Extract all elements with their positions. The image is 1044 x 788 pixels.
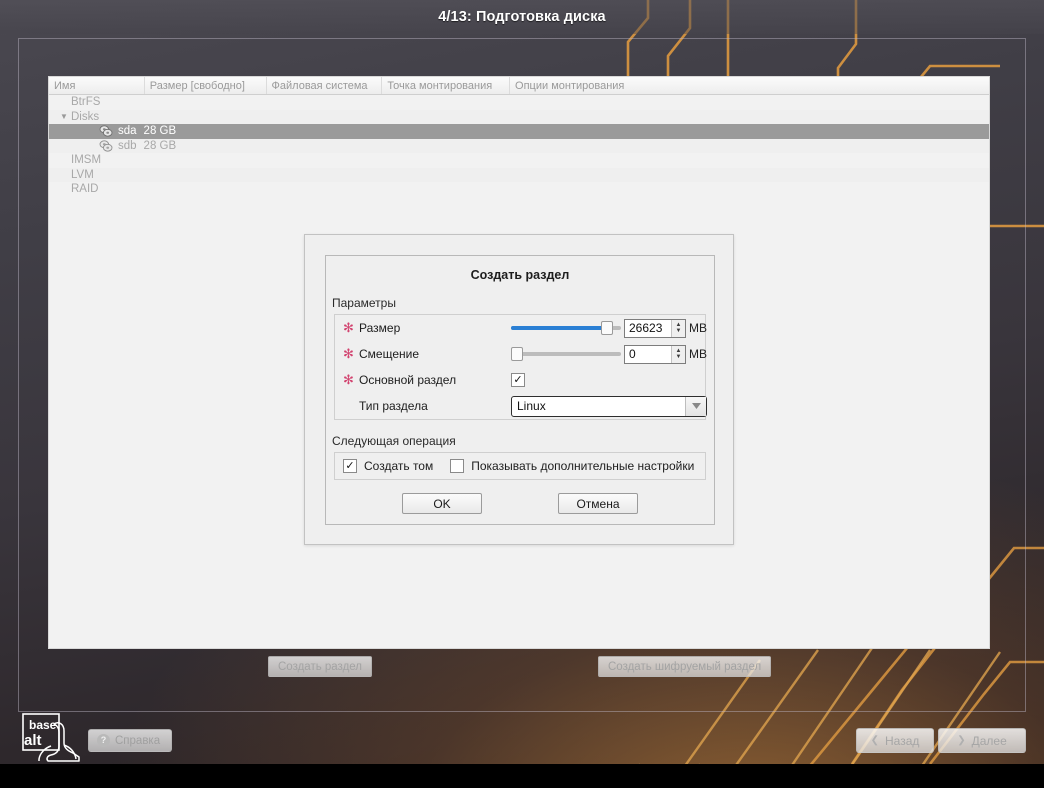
question-mark-icon: ? [97,734,110,747]
checkbox-label: Создать том [364,459,433,473]
value-slider[interactable] [511,346,621,362]
tree-row-label: BtrFS [71,96,100,108]
spinbox-steppers[interactable]: ▲▼ [671,320,685,337]
show-advanced-settings-checkbox[interactable] [450,459,464,473]
dialog-button-bar: OK Отмена [326,493,714,514]
tree-column-header[interactable]: Размер [свободно] [145,77,267,94]
installer-screen: 4/13: Подготовка диска ИмяРазмер [свобод… [0,0,1044,788]
unit-label: MB [689,347,707,361]
chevron-right-icon: ❯ [957,735,965,746]
parameter-row: ✻Размер26623▲▼MB [335,315,705,341]
tree-row-label: LVM [71,169,94,181]
chevron-down-icon[interactable] [685,397,706,416]
tree-row-size: 28 GB [144,125,177,137]
back-button[interactable]: ❮ Назад [856,728,934,753]
tree-column-headers: ИмяРазмер [свободно]Файловая системаТочк… [49,77,989,95]
tree-row[interactable]: RAID [49,182,989,197]
parameter-row: ✻Смещение0▲▼MB [335,341,705,367]
disk-icon [99,125,113,137]
create-partition-dialog: Создать раздел Параметры ✻Размер26623▲▼M… [304,234,734,545]
spinbox-steppers[interactable]: ▲▼ [671,346,685,363]
parameters-group: ✻Размер26623▲▼MB✻Смещение0▲▼MB✻Основной … [334,314,706,420]
spinbox-value[interactable]: 0 [625,346,671,363]
stepper-down-icon[interactable]: ▼ [676,328,682,334]
help-button[interactable]: ? Справка [88,729,172,752]
tree-row[interactable]: BtrFS [49,95,989,110]
help-button-label: Справка [115,735,160,747]
page-title: 4/13: Подготовка диска [438,9,605,25]
asterisk-placeholder: ✻ [343,400,359,413]
tree-column-header[interactable]: Точка монтирования [382,77,510,94]
create-partition-dialog-body: Создать раздел Параметры ✻Размер26623▲▼M… [325,255,715,525]
unit-label: MB [689,321,707,335]
combobox-value: Linux [512,399,685,413]
primary-partition-checkbox[interactable]: ✓ [511,373,525,387]
parameter-label: Основной раздел [359,373,511,387]
tree-row-icon [99,125,118,137]
create-encrypted-partition-button[interactable]: Создать шифруемый раздел [598,656,771,677]
tree-row-label: Disks [71,111,99,123]
required-asterisk-icon: ✻ [343,322,359,335]
basealt-logo: base alt [18,712,88,767]
value-spinbox[interactable]: 0▲▼ [624,345,686,364]
value-slider[interactable] [511,320,621,336]
tree-row-label: sdb [118,140,137,152]
back-button-label: Назад [885,734,919,748]
tree-row[interactable]: IMSM [49,153,989,168]
tree-row[interactable]: LVM [49,168,989,183]
parameter-label: Смещение [359,347,511,361]
tree-row-label: sda [118,125,137,137]
window-titlebar: 4/13: Подготовка диска [0,0,1044,34]
parameter-label: Размер [359,321,511,335]
checkbox-label: Показывать дополнительные настройки [471,459,694,473]
dialog-title: Создать раздел [326,268,714,282]
value-spinbox[interactable]: 26623▲▼ [624,319,686,338]
tree-column-header[interactable]: Имя [49,77,145,94]
tree-row-label: IMSM [71,154,101,166]
svg-text:alt: alt [24,732,42,749]
slider-handle[interactable] [511,347,523,361]
spinbox-value[interactable]: 26623 [625,320,671,337]
next-operation-group-label: Следующая операция [332,434,714,448]
slider-track [511,352,621,356]
required-asterisk-icon: ✻ [343,374,359,387]
next-operation-group: ✓ Создать том Показывать дополнительные на… [334,452,706,480]
svg-text:base: base [29,718,57,732]
parameter-row: ✻Тип разделаLinux [335,393,705,419]
parameter-row: ✻Основной раздел✓ [335,367,705,393]
tree-row[interactable]: sda 28 GB [49,124,989,139]
parameter-label: Тип раздела [359,399,511,413]
tree-row[interactable]: ▼Disks [49,110,989,125]
chevron-left-icon: ❮ [871,735,879,746]
partition-type-combobox[interactable]: Linux [511,396,707,417]
disk-icon [99,140,113,152]
tree-column-header[interactable]: Файловая система [267,77,383,94]
parameters-group-label: Параметры [332,296,714,310]
next-button-label: Далее [972,734,1007,748]
tree-row[interactable]: sdb 28 GB [49,139,989,154]
tree-row-size: 28 GB [144,140,177,152]
create-volume-checkbox[interactable]: ✓ [343,459,357,473]
tree-column-header[interactable]: Опции монтирования [510,77,989,94]
slider-fill [511,326,613,330]
slider-handle[interactable] [601,321,613,335]
tree-row-label: RAID [71,183,98,195]
disk-tree[interactable]: BtrFS▼Diskssda28 GBsdb28 GBIMSMLVMRAID [49,95,989,197]
chevron-down-icon[interactable]: ▼ [57,112,71,121]
tree-row-icon [99,140,118,152]
next-operation-options: ✓ Создать том Показывать дополнительные на… [335,453,705,479]
required-asterisk-icon: ✻ [343,348,359,361]
ok-button[interactable]: OK [402,493,482,514]
create-partition-button[interactable]: Создать раздел [268,656,372,677]
next-button[interactable]: ❯ Далее [938,728,1026,753]
cancel-button[interactable]: Отмена [558,493,638,514]
stepper-down-icon[interactable]: ▼ [676,354,682,360]
